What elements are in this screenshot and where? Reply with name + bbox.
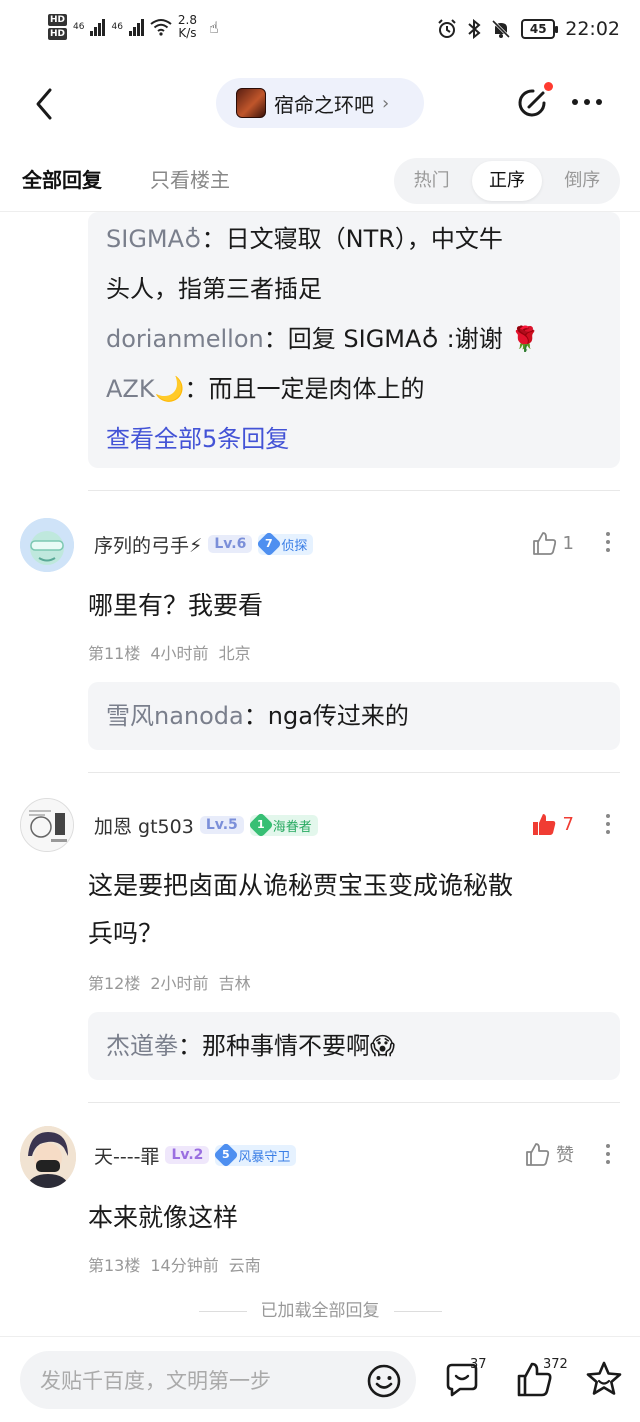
mute-icon bbox=[492, 19, 511, 39]
comment-more-icon[interactable] bbox=[606, 532, 612, 552]
forum-avatar-icon bbox=[236, 88, 266, 118]
comment-count: 37 bbox=[470, 1357, 487, 1372]
all-loaded-notice: 已加载全部回复 bbox=[0, 1296, 640, 1321]
clock: 22:02 bbox=[565, 18, 620, 40]
floor-number: 第11楼 bbox=[88, 644, 141, 663]
like-count: 372 bbox=[543, 1357, 568, 1372]
post-time: 14分钟前 bbox=[150, 1256, 219, 1275]
divider bbox=[88, 1102, 620, 1103]
back-arrow-icon[interactable] bbox=[26, 84, 66, 124]
battery-icon: 45 bbox=[521, 19, 559, 39]
post-location: 吉林 bbox=[218, 974, 251, 993]
hd-indicator: HD bbox=[48, 28, 68, 40]
title-badge: 1 海眷者 bbox=[248, 812, 318, 838]
bottom-bar: 发贴千百度，文明第一步 37 372 bbox=[0, 1336, 640, 1422]
subreply-text: 日文寝取（NTR），中文牛 bbox=[225, 225, 503, 253]
sort-segment: 热门 正序 倒序 bbox=[394, 158, 620, 204]
post-location: 北京 bbox=[218, 644, 251, 663]
subreply-text: 而且一定是肉体上的 bbox=[208, 375, 425, 403]
signal-icon bbox=[128, 18, 144, 36]
like-count: 7 bbox=[562, 813, 574, 835]
username[interactable]: 序列的弓手⚡ bbox=[94, 531, 202, 558]
subreply-user[interactable]: SIGMA♁ bbox=[106, 225, 202, 253]
subreply-item[interactable]: AZK🌙：而且一定是肉体上的 bbox=[88, 364, 620, 414]
like-count: 1 bbox=[562, 532, 574, 554]
top-nav: 宿命之环吧 › bbox=[0, 70, 640, 136]
chevron-right-icon: › bbox=[382, 92, 390, 114]
level-badge: Lv.6 bbox=[208, 535, 253, 553]
subreply-item[interactable]: SIGMA♁：日文寝取（NTR），中文牛 bbox=[88, 214, 620, 264]
star-icon[interactable] bbox=[584, 1359, 624, 1399]
sort-descending[interactable]: 倒序 bbox=[548, 161, 617, 201]
sort-ascending[interactable]: 正序 bbox=[472, 161, 542, 201]
thumbs-up-icon bbox=[526, 1143, 550, 1166]
tab-all-replies[interactable]: 全部回复 bbox=[22, 164, 102, 193]
like-button[interactable]: 1 bbox=[531, 530, 574, 556]
signal-icon bbox=[90, 18, 106, 36]
like-button[interactable]: 7 bbox=[531, 811, 574, 837]
subreply-text: 回复 SIGMA♁ :谢谢 🌹 bbox=[287, 325, 541, 353]
network-type-label: 46 bbox=[111, 22, 123, 32]
net-speed: 2.8 K/s bbox=[177, 13, 198, 40]
level-badge: Lv.2 bbox=[165, 1146, 210, 1164]
comment-text: 本来就像这样 bbox=[88, 1203, 239, 1232]
bluetooth-icon bbox=[468, 19, 481, 39]
divider bbox=[88, 772, 620, 773]
username[interactable]: 天----罪 bbox=[94, 1142, 159, 1169]
subreply-user[interactable]: AZK🌙 bbox=[106, 375, 184, 403]
reply-input-placeholder: 发贴千百度，文明第一步 bbox=[40, 1369, 271, 1393]
network-type-label: 46 bbox=[73, 22, 85, 32]
avatar[interactable] bbox=[20, 518, 74, 572]
title-badge: 5 风暴守卫 bbox=[213, 1142, 297, 1168]
sort-hot[interactable]: 热门 bbox=[397, 161, 466, 201]
title-badge: 7 侦探 bbox=[256, 531, 314, 557]
status-bar: HD HD 46 46 2.8 K/s ☝ 45 22:02 bbox=[0, 0, 640, 64]
forum-title-pill[interactable]: 宿命之环吧 › bbox=[216, 78, 424, 128]
subreply-box: 杰道拳：那种事情不要啊😱 bbox=[88, 1012, 620, 1080]
reply-input[interactable]: 发贴千百度，文明第一步 bbox=[20, 1351, 416, 1409]
like-button[interactable]: 赞 bbox=[524, 1141, 574, 1167]
subreply-user[interactable]: 雪风nanoda bbox=[106, 702, 244, 730]
avatar[interactable] bbox=[20, 798, 74, 852]
comment-text: 哪里有？我要看 bbox=[88, 591, 264, 620]
subreply-text: 那种事情不要啊😱 bbox=[202, 1032, 396, 1060]
touch-icon: ☝ bbox=[209, 17, 219, 37]
thumbs-up-icon bbox=[532, 532, 556, 555]
username[interactable]: 加恩 gt503 bbox=[94, 812, 194, 839]
subreply-item[interactable]: 杰道拳：那种事情不要啊😱 bbox=[88, 1021, 620, 1071]
divider bbox=[88, 490, 620, 491]
post-time: 4小时前 bbox=[150, 644, 209, 663]
subreply-user[interactable]: dorianmellon bbox=[106, 325, 264, 353]
floor-number: 第12楼 bbox=[88, 974, 141, 993]
comment-text: 这是要把卤面从诡秘贾宝玉变成诡秘散 兵吗？ bbox=[88, 871, 514, 948]
tab-owner-only[interactable]: 只看楼主 bbox=[150, 164, 230, 193]
subreply-item[interactable]: 雪风nanoda：nga传过来的 bbox=[88, 691, 620, 741]
wifi-icon bbox=[150, 19, 172, 36]
subreply-text: nga传过来的 bbox=[267, 702, 409, 730]
subreply-box: 雪风nanoda：nga传过来的 bbox=[88, 682, 620, 750]
reply-tabs: 全部回复 只看楼主 热门 正序 倒序 bbox=[0, 150, 640, 212]
forum-name: 宿命之环吧 bbox=[274, 92, 374, 117]
thumbs-up-filled-icon bbox=[532, 814, 555, 835]
floor-number: 第13楼 bbox=[88, 1256, 141, 1275]
more-options-icon[interactable] bbox=[572, 92, 608, 112]
post-location: 云南 bbox=[228, 1256, 261, 1275]
hd-indicator: HD bbox=[48, 14, 68, 26]
alarm-icon bbox=[438, 19, 456, 38]
subreply-text-cont: 头人，指第三者插足 bbox=[106, 275, 322, 303]
comment-more-icon[interactable] bbox=[606, 1144, 612, 1164]
notification-dot bbox=[544, 82, 553, 91]
emoji-icon[interactable] bbox=[366, 1363, 402, 1399]
comment-more-icon[interactable] bbox=[606, 814, 612, 834]
subreply-user[interactable]: 杰道拳 bbox=[106, 1032, 178, 1060]
post-time: 2小时前 bbox=[150, 974, 209, 993]
subreply-box: SIGMA♁：日文寝取（NTR），中文牛 头人，指第三者插足 dorianmel… bbox=[88, 212, 620, 468]
subreply-item[interactable]: dorianmellon：回复 SIGMA♁ :谢谢 🌹 bbox=[88, 314, 620, 364]
level-badge: Lv.5 bbox=[199, 816, 244, 834]
view-all-replies-link[interactable]: 查看全部5条回复 bbox=[88, 414, 620, 464]
like-label: 赞 bbox=[556, 1145, 574, 1166]
avatar[interactable] bbox=[20, 1126, 76, 1188]
